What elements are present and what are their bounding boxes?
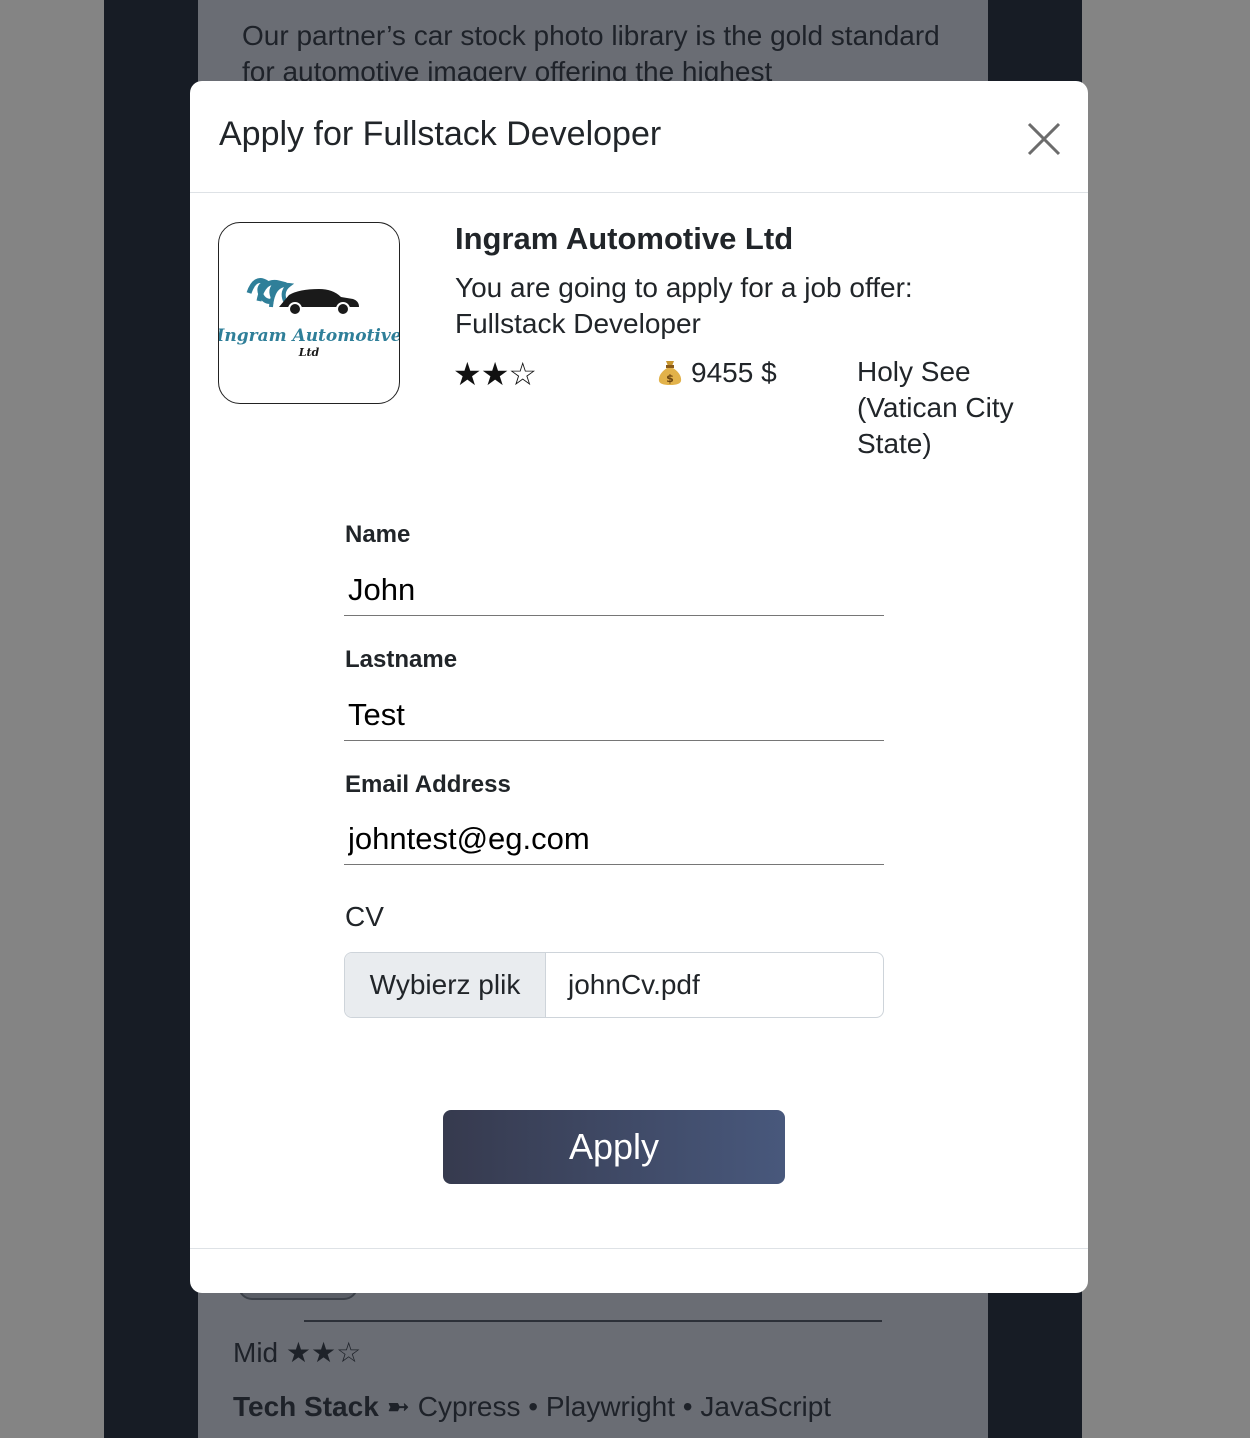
lastname-label: Lastname <box>345 646 458 673</box>
selected-file-name: johnCv.pdf <box>568 969 700 1000</box>
choose-file-button[interactable]: Wybierz plik <box>345 953 546 1017</box>
job-description: Our partner’s car stock photo library is… <box>242 20 940 87</box>
company-logo: Ingram Automotive Ltd <box>218 222 400 404</box>
offer-location: Holy See (Vatican City State) <box>857 356 1014 459</box>
job-level-label: Mid <box>233 1337 279 1368</box>
company-name: Ingram Automotive Ltd <box>455 221 794 256</box>
cv-file-input[interactable]: Wybierz plik johnCv.pdf <box>344 952 884 1018</box>
modal-title: Apply for Fullstack Developer <box>219 115 662 153</box>
tech-stack: Tech Stack ➼ Cypress • Playwright • Java… <box>233 1390 831 1423</box>
svg-text:$: $ <box>666 372 674 385</box>
apply-button[interactable]: Apply <box>443 1110 785 1184</box>
job-level: Mid ★★☆ <box>233 1336 361 1369</box>
lastname-input[interactable] <box>344 689 884 741</box>
close-icon <box>1027 122 1061 156</box>
apply-intro: You are going to apply for a job offer: … <box>455 272 913 339</box>
divider <box>304 1320 882 1322</box>
close-button[interactable] <box>1022 117 1066 161</box>
name-input[interactable] <box>344 564 884 616</box>
job-level-stars: ★★☆ <box>285 1337 362 1368</box>
offer-salary: $ 9455 $ <box>657 357 777 389</box>
modal-footer <box>190 1248 1088 1293</box>
email-label: Email Address <box>345 771 511 798</box>
tech-stack-label: Tech Stack ➼ <box>233 1391 411 1422</box>
money-bag-icon: $ <box>658 361 682 385</box>
logo-text: Ingram Automotive <box>219 326 399 346</box>
apply-modal: Apply for Fullstack Developer Ingram Aut… <box>190 81 1088 1293</box>
salary-value: 9455 $ <box>691 357 777 388</box>
offer-stars: ★★☆ <box>453 356 537 392</box>
email-input[interactable] <box>344 813 884 865</box>
cv-label: CV <box>345 901 384 932</box>
logo-subtext: Ltd <box>298 346 320 359</box>
tech-stack-list: Cypress • Playwright • JavaScript <box>417 1391 832 1422</box>
modal-header: Apply for Fullstack Developer <box>190 81 1088 193</box>
name-label: Name <box>345 521 411 548</box>
